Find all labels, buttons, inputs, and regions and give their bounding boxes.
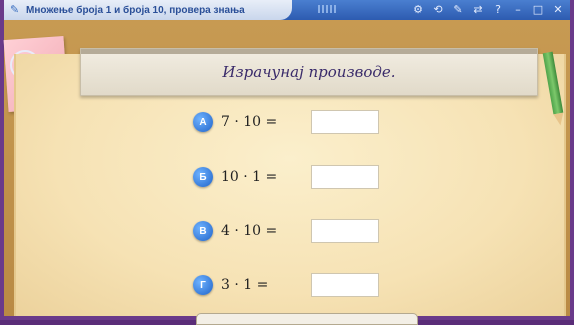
maximize-icon[interactable]: □ — [532, 1, 544, 19]
task-row: Г 3 · 1 = — [193, 274, 268, 296]
window-title: Множење броја 1 и броја 10, провера знањ… — [26, 4, 245, 16]
task-row: В 4 · 10 = — [193, 220, 277, 242]
task-row: А 7 · 10 = — [193, 111, 277, 133]
window-controls: ⚙ ⟲ ✎ ⇄ ? – □ ✕ — [412, 1, 564, 19]
shuffle-icon[interactable]: ⇄ — [472, 1, 484, 19]
answer-input[interactable] — [311, 110, 379, 134]
task-expression: 10 · 1 = — [221, 169, 278, 185]
tools-icon[interactable]: ⚙ — [412, 1, 424, 19]
help-icon[interactable]: ? — [492, 1, 504, 19]
task-letter-badge: Г — [193, 275, 213, 295]
title-bar[interactable]: ✎ Множење броја 1 и броја 10, провера зн… — [4, 0, 570, 21]
refresh-icon[interactable]: ⟲ — [432, 1, 444, 19]
bottom-panel-tab[interactable] — [196, 313, 418, 325]
app-icon: ✎ — [10, 3, 20, 16]
answer-input[interactable] — [311, 165, 379, 189]
answer-input[interactable] — [311, 219, 379, 243]
pen-icon[interactable]: ✎ — [452, 1, 464, 19]
minimize-icon[interactable]: – — [512, 1, 524, 19]
task-letter-badge: Б — [193, 167, 213, 187]
answer-input[interactable] — [311, 273, 379, 297]
task-row: Б 10 · 1 = — [193, 166, 277, 188]
task-letter-badge: А — [193, 112, 213, 132]
close-icon[interactable]: ✕ — [552, 1, 564, 19]
task-expression: 7 · 10 = — [221, 114, 278, 130]
board: Израчунај производе. — [3, 20, 570, 316]
task-letter-badge: В — [193, 221, 213, 241]
title-tab: ✎ Множење броја 1 и броја 10, провера зн… — [4, 0, 292, 20]
instruction-title: Израчунај производе. — [222, 63, 396, 81]
app-window: ✎ Множење броја 1 и броја 10, провера зн… — [0, 0, 574, 325]
drag-grip-icon[interactable] — [318, 5, 336, 13]
task-expression: 3 · 1 = — [221, 277, 269, 293]
instruction-card: Израчунај производе. — [80, 48, 538, 96]
task-expression: 4 · 10 = — [221, 223, 278, 239]
